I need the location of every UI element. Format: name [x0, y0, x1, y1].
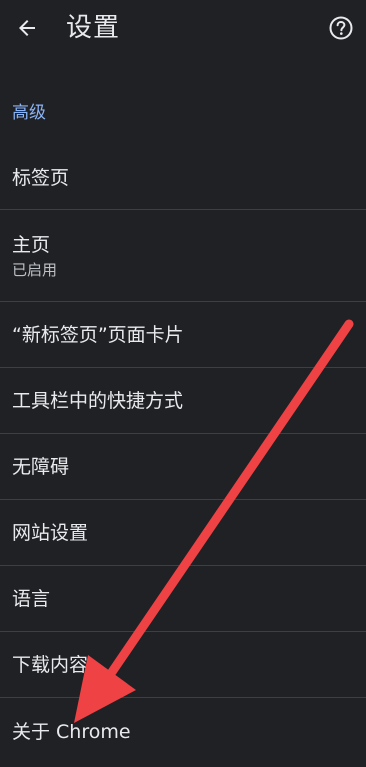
- setting-item-label: “新标签页”页面卡片: [12, 323, 184, 346]
- arrow-left-icon: [19, 20, 35, 36]
- setting-item-languages[interactable]: 语言: [0, 566, 366, 632]
- setting-item-label: 下载内容: [12, 653, 89, 676]
- setting-item-label: 标签页: [12, 166, 70, 189]
- setting-item-label: 无障碍: [12, 455, 70, 478]
- setting-item-accessibility[interactable]: 无障碍: [0, 434, 366, 500]
- setting-item-status: 已启用: [12, 260, 58, 279]
- setting-item-homepage[interactable]: 主页 已启用: [0, 210, 366, 302]
- app-bar: 设置: [0, 0, 366, 58]
- setting-item-downloads[interactable]: 下载内容: [0, 632, 366, 698]
- help-circle-icon: [329, 16, 353, 40]
- setting-item-ntp-cards[interactable]: “新标签页”页面卡片: [0, 302, 366, 368]
- setting-item-label: 语言: [12, 587, 51, 610]
- setting-item-toolbar-shortcut[interactable]: 工具栏中的快捷方式: [0, 368, 366, 434]
- setting-item-site-settings[interactable]: 网站设置: [0, 500, 366, 566]
- setting-item-label: 网站设置: [12, 521, 89, 544]
- page-title: 设置: [66, 13, 121, 43]
- help-button[interactable]: [326, 13, 356, 43]
- section-header-advanced: 高级: [12, 103, 46, 123]
- setting-item-label: 主页: [12, 233, 51, 256]
- setting-item-label: 工具栏中的快捷方式: [12, 389, 184, 412]
- back-button[interactable]: [10, 11, 44, 45]
- settings-screen: 设置 高级 标签页 主页 已启用 “新标签页”页面卡片 工具栏中的快捷方式 无障…: [0, 0, 366, 767]
- setting-item-label: 关于 Chrome: [12, 721, 131, 743]
- setting-item-about-chrome[interactable]: 关于 Chrome: [0, 698, 366, 766]
- setting-item-tabs[interactable]: 标签页: [0, 146, 366, 210]
- settings-list: 标签页 主页 已启用 “新标签页”页面卡片 工具栏中的快捷方式 无障碍 网站设置…: [0, 146, 366, 766]
